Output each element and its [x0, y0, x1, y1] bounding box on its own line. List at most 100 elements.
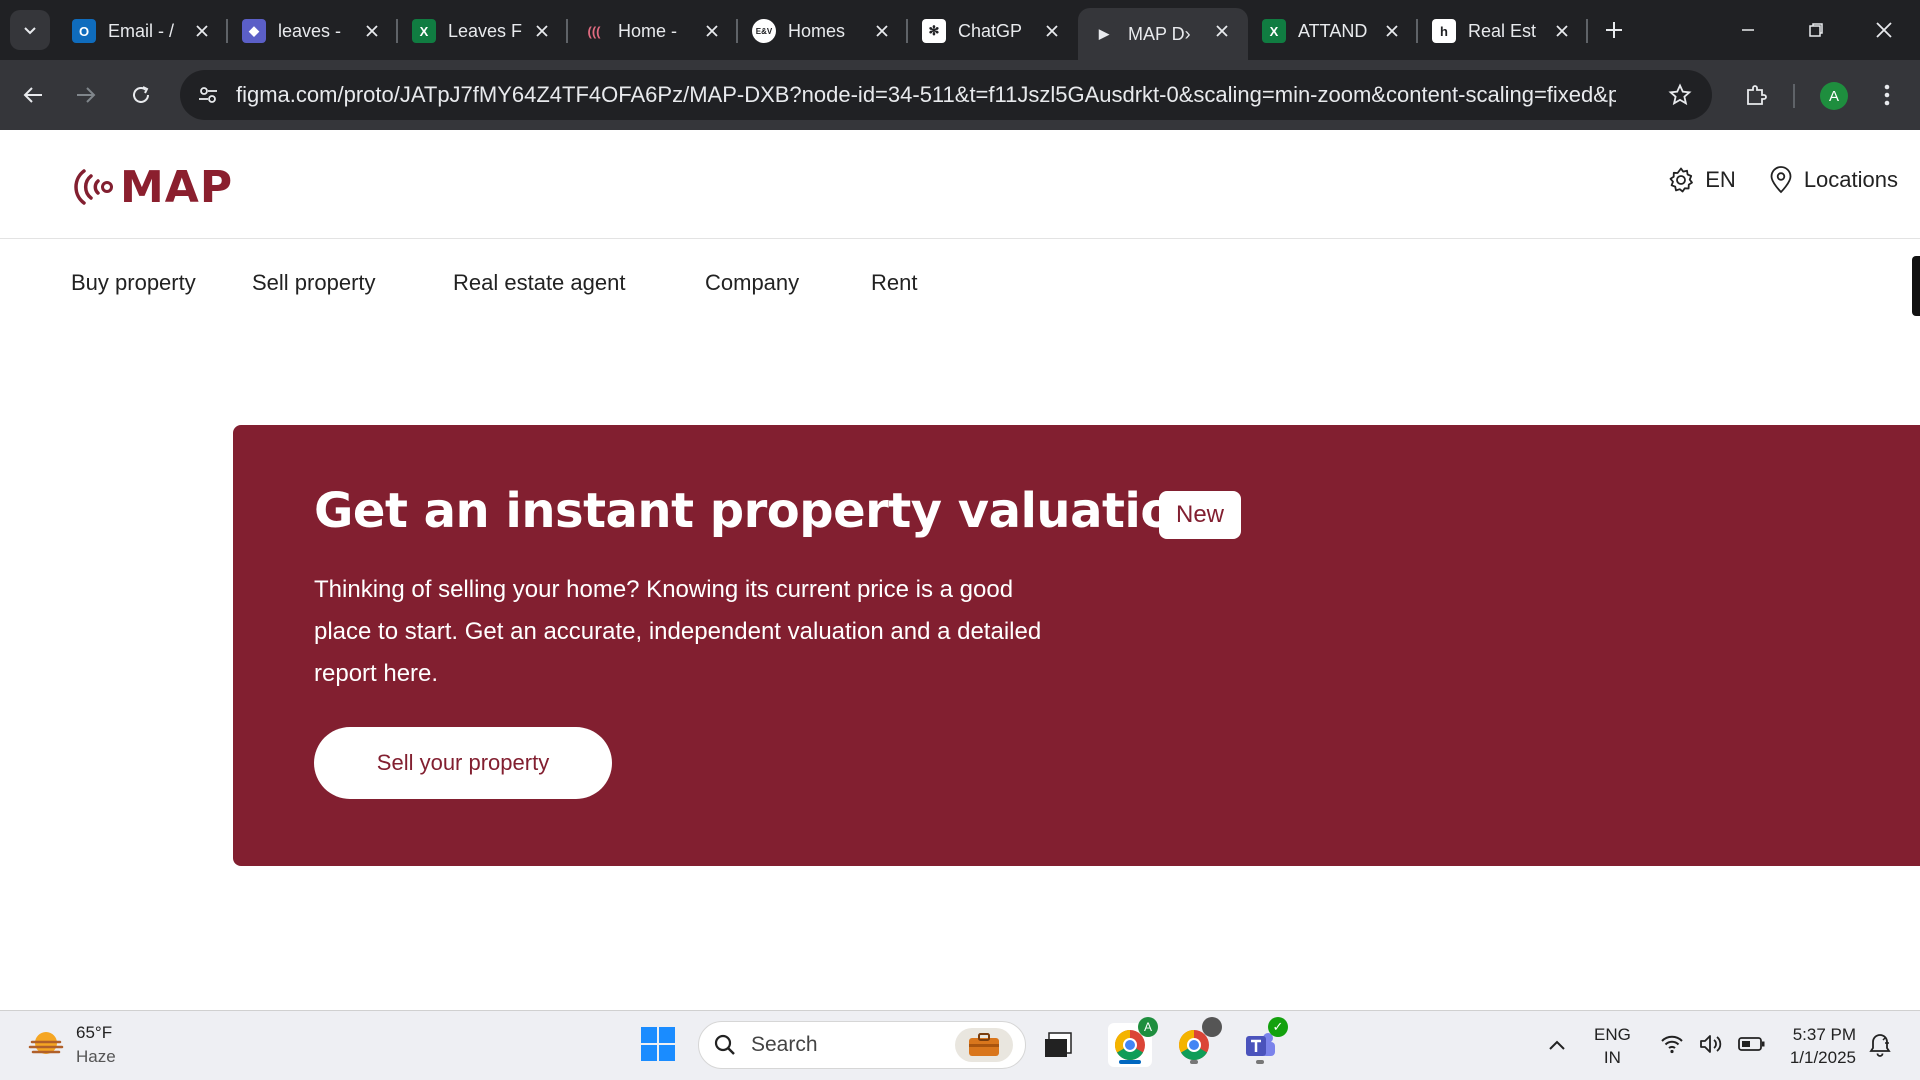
chatgpt-icon: ✻ — [922, 19, 946, 43]
close-icon — [1876, 22, 1892, 38]
search-highlight-image[interactable] — [955, 1028, 1013, 1062]
running-indicator — [1256, 1060, 1264, 1064]
tab-close-icon[interactable] — [700, 19, 724, 43]
scroll-indicator[interactable] — [1912, 256, 1920, 316]
tab-close-icon[interactable] — [190, 19, 214, 43]
tab-close-icon[interactable] — [530, 19, 554, 43]
sell-your-property-button[interactable]: Sell your property — [314, 727, 612, 799]
bookmark-button[interactable] — [1666, 81, 1694, 109]
notification-center-button[interactable] — [1866, 1031, 1894, 1059]
back-button[interactable] — [15, 77, 51, 113]
tab-close-icon[interactable] — [1040, 19, 1064, 43]
wifi-icon — [1661, 1035, 1683, 1054]
language-selector[interactable]: EN — [1667, 166, 1736, 194]
reload-icon — [133, 86, 149, 103]
chevron-up-icon — [1549, 1040, 1565, 1050]
tab-title: Homes — [788, 20, 846, 41]
input-language-indicator[interactable]: ENG IN — [1594, 1023, 1631, 1069]
taskbar-file-explorer[interactable] — [1036, 1023, 1080, 1067]
tab-close-icon[interactable] — [1550, 19, 1574, 43]
brand-name: MAP — [120, 161, 234, 213]
briefcase-icon — [969, 1033, 999, 1056]
more-vertical-icon — [1884, 84, 1890, 106]
search-icon — [714, 1034, 735, 1055]
arrow-right-icon — [77, 87, 96, 103]
nav-rent[interactable]: Rent — [871, 270, 917, 296]
browser-tab[interactable]: ▶ MAP D› — [1078, 8, 1248, 60]
browser-tab[interactable]: X Leaves F — [398, 8, 568, 54]
window-app-icon — [1045, 1032, 1072, 1057]
plus-icon — [1606, 22, 1622, 38]
puzzle-icon — [1747, 85, 1767, 105]
site-info-button[interactable] — [192, 79, 224, 111]
tab-close-icon[interactable] — [360, 19, 384, 43]
nav-company[interactable]: Company — [705, 270, 799, 296]
gear-icon — [1669, 167, 1694, 193]
nav-sell-property[interactable]: Sell property — [252, 270, 376, 296]
system-tray[interactable] — [1660, 1033, 1766, 1055]
browser-menu-button[interactable] — [1872, 77, 1902, 113]
new-tab-button[interactable] — [1598, 14, 1630, 46]
restore-button[interactable] — [1786, 8, 1846, 52]
toolbar-divider — [1793, 84, 1795, 108]
close-window-button[interactable] — [1854, 8, 1914, 52]
banner-description: Thinking of selling your home? Knowing i… — [314, 576, 1042, 687]
tab-search-button[interactable] — [10, 10, 50, 50]
chevron-down-icon — [24, 27, 36, 35]
browser-tab[interactable]: E&V Homes — [738, 8, 908, 54]
browser-tab[interactable]: X ATTAND — [1248, 8, 1418, 54]
tab-title: MAP D› — [1128, 23, 1191, 44]
tab-close-icon[interactable] — [1380, 19, 1404, 43]
profile-avatar[interactable]: A — [1820, 82, 1848, 110]
checkmark-icon: ✓ — [1268, 1017, 1288, 1037]
eav-icon: E&V — [752, 19, 776, 43]
tab-title: Leaves F — [448, 20, 523, 41]
browser-tab[interactable]: O Email - / — [58, 8, 228, 54]
browser-tab[interactable]: h Real Est — [1418, 8, 1588, 54]
taskbar-search[interactable]: Search — [698, 1021, 1026, 1069]
nav-real-estate-agent[interactable]: Real estate agent — [453, 270, 625, 296]
chrome-profile-badge: A — [1138, 1017, 1158, 1037]
taskbar-teams[interactable]: ✓ — [1238, 1017, 1288, 1067]
region-code: IN — [1603, 1048, 1621, 1067]
tab-separator — [1586, 19, 1588, 43]
volume-icon — [1700, 1035, 1722, 1053]
map-icon: ((( — [587, 23, 601, 39]
extensions-button[interactable] — [1738, 77, 1774, 113]
show-hidden-icons-button[interactable] — [1545, 1033, 1569, 1057]
search-placeholder: Search — [751, 1033, 818, 1056]
arrow-left-icon — [23, 87, 42, 103]
running-indicator — [1190, 1060, 1198, 1064]
weather-condition: Haze — [76, 1047, 116, 1066]
browser-tab[interactable]: ◆ leaves - — [228, 8, 398, 54]
windows-start-icon[interactable] — [640, 1026, 676, 1062]
temperature: 65°F — [76, 1023, 113, 1042]
weather-widget[interactable]: 65°F Haze — [26, 1021, 116, 1069]
locations-link[interactable]: Locations — [1768, 166, 1898, 194]
system-clock[interactable]: 5:37 PM 1/1/2025 — [1780, 1023, 1856, 1069]
tab-title: Real Est — [1468, 20, 1537, 41]
taskbar-chrome-profile-a[interactable]: A — [1108, 1017, 1158, 1067]
clock-time: 5:37 PM — [1792, 1025, 1856, 1044]
tab-close-icon[interactable] — [870, 19, 894, 43]
minimize-button[interactable] — [1718, 8, 1778, 52]
reload-button[interactable] — [123, 77, 159, 113]
minimize-icon — [1742, 29, 1754, 31]
map-pin-icon — [1770, 166, 1792, 194]
tab-close-icon[interactable] — [1210, 19, 1234, 43]
tune-icon — [199, 87, 217, 103]
tab-title: ATTAND — [1298, 20, 1368, 41]
valuation-banner: Get an instant property valuation New Th… — [233, 425, 1920, 866]
forward-button[interactable] — [68, 77, 104, 113]
tab-title: leaves - — [278, 20, 342, 41]
tab-title: Home - — [618, 20, 678, 41]
browser-tab[interactable]: ((( Home - — [568, 8, 738, 54]
address-bar[interactable]: figma.com/proto/JATpJ7fMY64Z4TF4OFA6Pz/M… — [180, 70, 1712, 120]
taskbar-chrome-profile-2[interactable] — [1172, 1017, 1222, 1067]
nav-buy-property[interactable]: Buy property — [71, 270, 196, 296]
notification-bell-icon — [1869, 1034, 1891, 1057]
url-text[interactable]: figma.com/proto/JATpJ7fMY64Z4TF4OFA6Pz/M… — [236, 70, 1616, 120]
browser-tab[interactable]: ✻ ChatGP — [908, 8, 1078, 54]
site-logo[interactable]: MAP — [70, 161, 234, 213]
signal-waves-icon — [74, 169, 113, 205]
